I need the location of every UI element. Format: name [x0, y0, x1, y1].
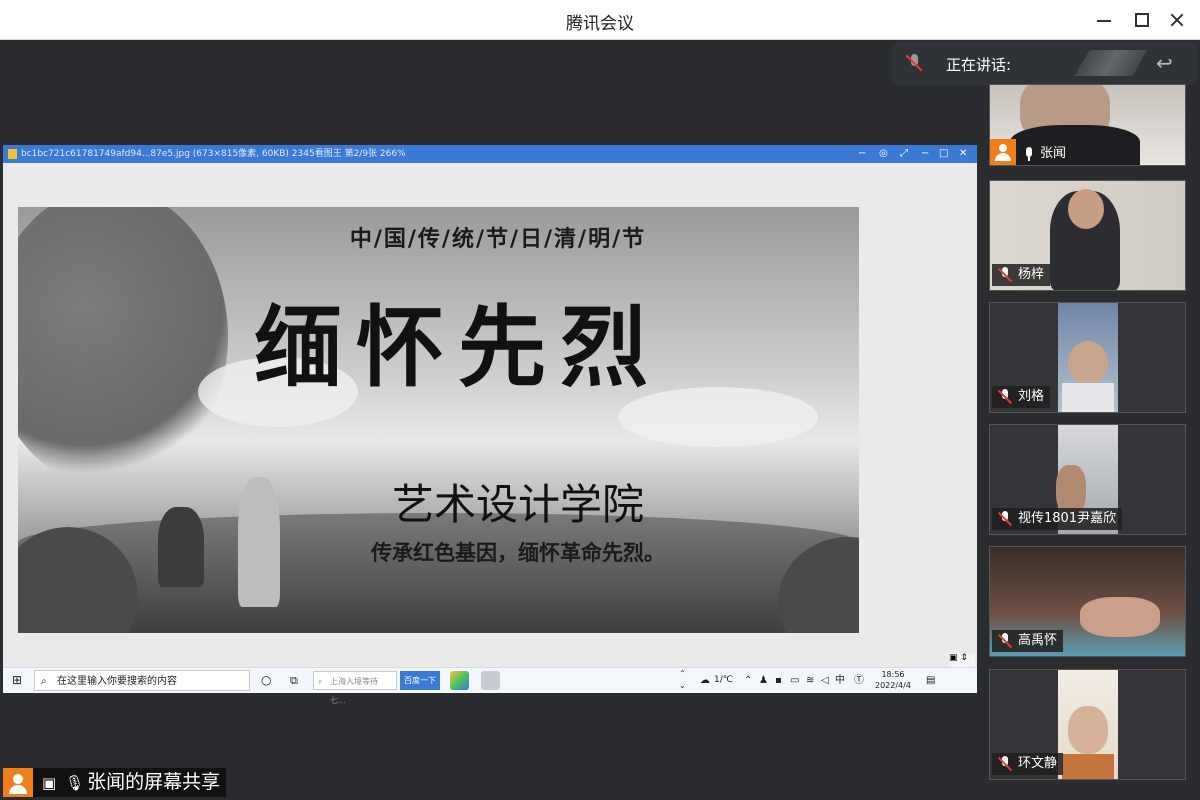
ime-indicator[interactable]: 中 — [835, 668, 845, 693]
participant-name: 杨梓 — [1018, 267, 1045, 282]
qq-icon[interactable]: ♟ — [759, 668, 768, 693]
microphone-muted-icon — [905, 52, 923, 74]
video-tile[interactable]: 高禹怀 — [989, 546, 1186, 657]
participant-name: 张闻 — [1040, 146, 1067, 161]
viewer-minimize-icon[interactable]: − — [858, 145, 866, 163]
maximize-button[interactable] — [1126, 8, 1156, 32]
viewer-min-icon[interactable]: − — [921, 145, 929, 163]
microphone-muted-icon — [997, 389, 1013, 405]
clothing-shape — [1062, 383, 1114, 412]
video-tile[interactable]: 杨梓 — [989, 180, 1186, 291]
participant-name: 环文静 — [1018, 756, 1058, 771]
poster-title: 缅怀先烈 — [253, 295, 662, 399]
face-shape — [1068, 189, 1104, 229]
windows-start-icon[interactable]: ⊞ — [12, 668, 22, 693]
microphone-muted-icon — [997, 511, 1013, 527]
title-bar: 腾讯会议 — [0, 0, 1200, 40]
browser-search-input[interactable]: ⌕ 上海入境等待 七... — [313, 671, 397, 705]
child-illustration — [158, 507, 204, 587]
poster-college: 艺术设计学院 — [391, 480, 644, 529]
participant-name-tag: 杨梓 — [992, 264, 1051, 286]
viewer-fullscreen-icon[interactable]: ⤢ — [900, 145, 908, 163]
viewer-max-icon[interactable]: □ — [939, 145, 948, 163]
participant-name: 高禹怀 — [1018, 633, 1058, 648]
viewer-title-bar: bc1bc721c61781749afd94...87e5.jpg (673×8… — [3, 145, 977, 163]
taskbar-scroll-arrows[interactable]: ⌃ ⌄ — [679, 668, 686, 693]
viewer-file-title: bc1bc721c61781749afd94...87e5.jpg (673×8… — [21, 149, 406, 159]
tray-app-icon[interactable]: ▪ — [775, 668, 782, 693]
video-tile[interactable]: 刘格 — [989, 302, 1186, 413]
battery-icon[interactable]: ▭ — [790, 668, 799, 693]
microphone-icon: 🎙 — [65, 774, 85, 792]
video-tile[interactable]: 环文静 — [989, 669, 1186, 780]
viewer-scroll-indicator[interactable]: ▣ ⇕ — [949, 653, 975, 667]
clock-time: 18:56 — [881, 670, 905, 679]
search-icon: ⌕ — [41, 676, 47, 687]
app-icon-colorful[interactable] — [450, 671, 469, 690]
viewer-close-icon[interactable]: ✕ — [959, 145, 967, 163]
weather-text: 1/℃ — [714, 675, 733, 685]
poster-subtitle: 中/国/传/统/节/日/清/明/节 — [349, 227, 647, 252]
face-shape — [1068, 341, 1108, 385]
participant-name-tag: 视传1801尹嘉欣 — [992, 508, 1123, 530]
collapse-arrow-icon[interactable]: ↩ — [1156, 51, 1173, 75]
minimize-button[interactable] — [1089, 8, 1119, 32]
participant-name-tag: 刘格 — [992, 386, 1051, 408]
close-button[interactable] — [1162, 8, 1192, 32]
browser-search-button[interactable]: 百度一下 — [400, 671, 440, 690]
speaking-indicator: 正在讲话: ↩ — [892, 42, 1197, 85]
video-tile[interactable]: 视传1801尹嘉欣 — [989, 424, 1186, 535]
hands-shape — [1080, 597, 1160, 637]
poster-slogan: 传承红色基因，缅怀革命先烈。 — [371, 541, 665, 565]
microphone-muted-icon — [997, 756, 1013, 772]
participant-name: 刘格 — [1018, 389, 1045, 404]
window-title: 腾讯会议 — [566, 14, 634, 34]
participant-name-tag: 张闻 — [990, 139, 1073, 165]
volume-icon[interactable]: ◁ — [821, 668, 829, 693]
clothing-shape — [1062, 754, 1114, 779]
taskbar-search-input[interactable]: ⌕ 在这里输入你要搜索的内容 — [34, 670, 250, 691]
poster-image: 中/国/传/统/节/日/清/明/节 缅怀先烈 艺术设计学院 传承红色基因，缅怀革… — [18, 207, 859, 633]
taskbar-search-placeholder: 在这里输入你要搜索的内容 — [57, 676, 177, 687]
avatar-icon — [990, 139, 1016, 165]
wifi-icon[interactable]: ≋ — [806, 668, 814, 693]
screen-share-label: ▣ 🎙 张闻的屏幕共享 — [3, 768, 227, 797]
app-icon-image-viewer[interactable] — [481, 671, 500, 690]
image-file-icon — [8, 149, 17, 159]
task-view-icon[interactable]: ⧉ — [290, 668, 298, 693]
participant-name: 视传1801尹嘉欣 — [1018, 511, 1117, 526]
participant-name-tag: 高禹怀 — [992, 630, 1064, 652]
viewer-pin-icon[interactable]: ◎ — [879, 145, 888, 163]
screen-share-icon: ▣ — [41, 774, 57, 792]
microphone-muted-icon — [997, 633, 1013, 649]
image-viewer-window: bc1bc721c61781749afd94...87e5.jpg (673×8… — [3, 145, 977, 705]
video-tile[interactable]: 张闻 — [989, 84, 1186, 166]
participant-name-tag: 环文静 — [992, 753, 1064, 775]
tray-chevron-icon[interactable]: ⌃ — [744, 668, 752, 693]
microphone-icon — [1024, 147, 1034, 161]
screen-share-text: 张闻的屏幕共享 — [87, 771, 221, 793]
face-shape — [1068, 706, 1108, 754]
windows-taskbar: ⊞ ⌕ 在这里输入你要搜索的内容 ○ ⧉ ⌕ 上海入境等待 七... 百度一下 … — [3, 667, 977, 705]
avatar-icon — [3, 768, 33, 797]
speaker-name-blur — [1074, 50, 1148, 76]
taskbar-clock[interactable]: 18:56 2022/4/4 — [875, 669, 911, 691]
notification-icon[interactable]: ▤ — [926, 668, 935, 693]
speaking-label: 正在讲话: — [946, 56, 1012, 74]
weather-icon[interactable]: ☁ — [700, 668, 710, 693]
clock-date: 2022/4/4 — [875, 681, 911, 690]
microphone-muted-icon — [997, 267, 1013, 283]
cortana-icon[interactable]: ○ — [261, 668, 271, 693]
tray-t-icon[interactable]: Ⓣ — [854, 668, 864, 693]
search-icon: ⌕ — [318, 677, 323, 686]
